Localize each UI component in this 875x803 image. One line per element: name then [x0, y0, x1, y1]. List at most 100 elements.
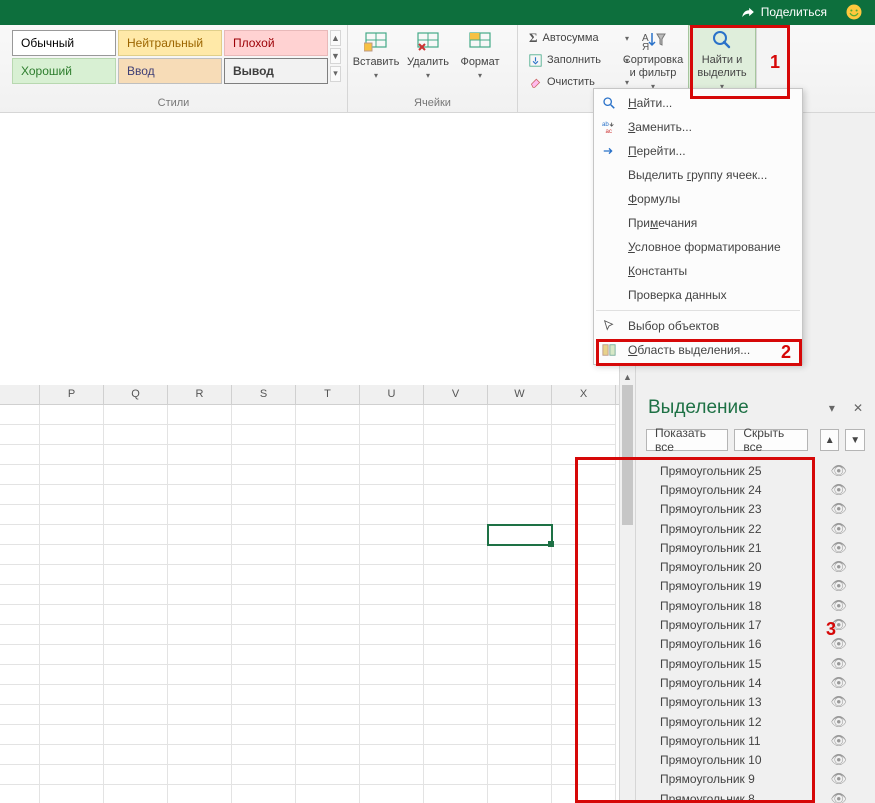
eye-icon[interactable]: 👁 — [830, 559, 847, 575]
cell[interactable] — [296, 485, 360, 505]
cell[interactable] — [552, 405, 616, 425]
cell[interactable] — [488, 725, 552, 745]
format-button[interactable]: Формат▾ — [454, 27, 506, 84]
cell[interactable] — [232, 445, 296, 465]
cell[interactable] — [0, 765, 40, 785]
cell[interactable] — [104, 445, 168, 465]
cell[interactable] — [424, 465, 488, 485]
cell[interactable] — [296, 705, 360, 725]
cell[interactable] — [296, 525, 360, 545]
cells-grid[interactable] — [0, 405, 619, 803]
cell[interactable] — [40, 745, 104, 765]
cell[interactable] — [488, 785, 552, 803]
cell[interactable] — [104, 785, 168, 803]
cell[interactable] — [360, 585, 424, 605]
eye-icon[interactable]: 👁 — [830, 540, 847, 556]
cell[interactable] — [360, 625, 424, 645]
eye-icon[interactable]: 👁 — [830, 675, 847, 691]
find-select-button[interactable]: Найти и выделить▾ — [688, 25, 756, 95]
cell[interactable] — [552, 685, 616, 705]
cell[interactable] — [0, 685, 40, 705]
cell[interactable] — [232, 745, 296, 765]
cell[interactable] — [104, 425, 168, 445]
cell[interactable] — [168, 645, 232, 665]
cell[interactable] — [232, 525, 296, 545]
cell[interactable] — [488, 765, 552, 785]
cell[interactable] — [424, 585, 488, 605]
cell[interactable] — [360, 725, 424, 745]
cell[interactable] — [360, 505, 424, 525]
cell[interactable] — [168, 525, 232, 545]
cell-style-item[interactable]: Хороший — [12, 58, 116, 84]
cell[interactable] — [104, 485, 168, 505]
cell[interactable] — [552, 545, 616, 565]
cell[interactable] — [424, 545, 488, 565]
cell[interactable] — [232, 485, 296, 505]
cell[interactable] — [40, 425, 104, 445]
cell[interactable] — [488, 545, 552, 565]
cell[interactable] — [552, 705, 616, 725]
chevron-down-icon[interactable]: ▼ — [330, 48, 341, 64]
cell[interactable] — [40, 705, 104, 725]
cell[interactable] — [0, 665, 40, 685]
cell[interactable] — [104, 505, 168, 525]
styles-more-icon[interactable]: ▾ — [330, 66, 341, 82]
cell[interactable] — [296, 585, 360, 605]
cell[interactable] — [0, 445, 40, 465]
menu-datavalid[interactable]: Проверка данных — [594, 283, 802, 307]
cell[interactable] — [488, 525, 552, 545]
cell[interactable] — [40, 405, 104, 425]
cell[interactable] — [168, 445, 232, 465]
list-item[interactable]: Прямоугольник 13👁 — [660, 693, 869, 712]
cell[interactable] — [168, 605, 232, 625]
cell[interactable] — [40, 765, 104, 785]
cell[interactable] — [360, 745, 424, 765]
cell[interactable] — [296, 565, 360, 585]
cell[interactable] — [552, 525, 616, 545]
cell[interactable] — [552, 725, 616, 745]
eye-icon[interactable]: 👁 — [830, 617, 847, 633]
close-icon[interactable]: ✕ — [853, 401, 863, 415]
cell[interactable] — [0, 565, 40, 585]
cell[interactable] — [296, 725, 360, 745]
cell[interactable] — [168, 705, 232, 725]
eye-icon[interactable]: 👁 — [830, 463, 847, 479]
cell[interactable] — [232, 425, 296, 445]
cell[interactable] — [424, 525, 488, 545]
eye-icon[interactable]: 👁 — [830, 598, 847, 614]
cell[interactable] — [488, 425, 552, 445]
column-header[interactable]: S — [232, 385, 296, 404]
cell[interactable] — [552, 645, 616, 665]
cell-style-item[interactable]: Нейтральный — [118, 30, 222, 56]
cell[interactable] — [424, 425, 488, 445]
column-header[interactable]: T — [296, 385, 360, 404]
cell[interactable] — [168, 405, 232, 425]
cell[interactable] — [168, 625, 232, 645]
cell[interactable] — [360, 605, 424, 625]
cell[interactable] — [0, 505, 40, 525]
cell[interactable] — [0, 605, 40, 625]
cell[interactable] — [424, 705, 488, 725]
cell[interactable] — [168, 745, 232, 765]
chevron-up-icon[interactable]: ▲ — [330, 30, 341, 46]
eye-icon[interactable]: 👁 — [830, 791, 847, 803]
cell[interactable] — [232, 505, 296, 525]
cell[interactable] — [424, 505, 488, 525]
eye-icon[interactable]: 👁 — [830, 771, 847, 787]
cell[interactable] — [424, 645, 488, 665]
cell[interactable] — [552, 565, 616, 585]
cell[interactable] — [552, 585, 616, 605]
cell[interactable] — [168, 545, 232, 565]
cell[interactable] — [360, 785, 424, 803]
cell[interactable] — [488, 465, 552, 485]
cell[interactable] — [360, 765, 424, 785]
cell[interactable] — [168, 785, 232, 803]
cell[interactable] — [296, 605, 360, 625]
cell[interactable] — [296, 545, 360, 565]
cell-style-item[interactable]: Ввод — [118, 58, 222, 84]
cell[interactable] — [168, 685, 232, 705]
cell[interactable] — [168, 485, 232, 505]
cell[interactable] — [552, 665, 616, 685]
list-item[interactable]: Прямоугольник 12👁 — [660, 712, 869, 731]
eye-icon[interactable]: 👁 — [830, 752, 847, 768]
